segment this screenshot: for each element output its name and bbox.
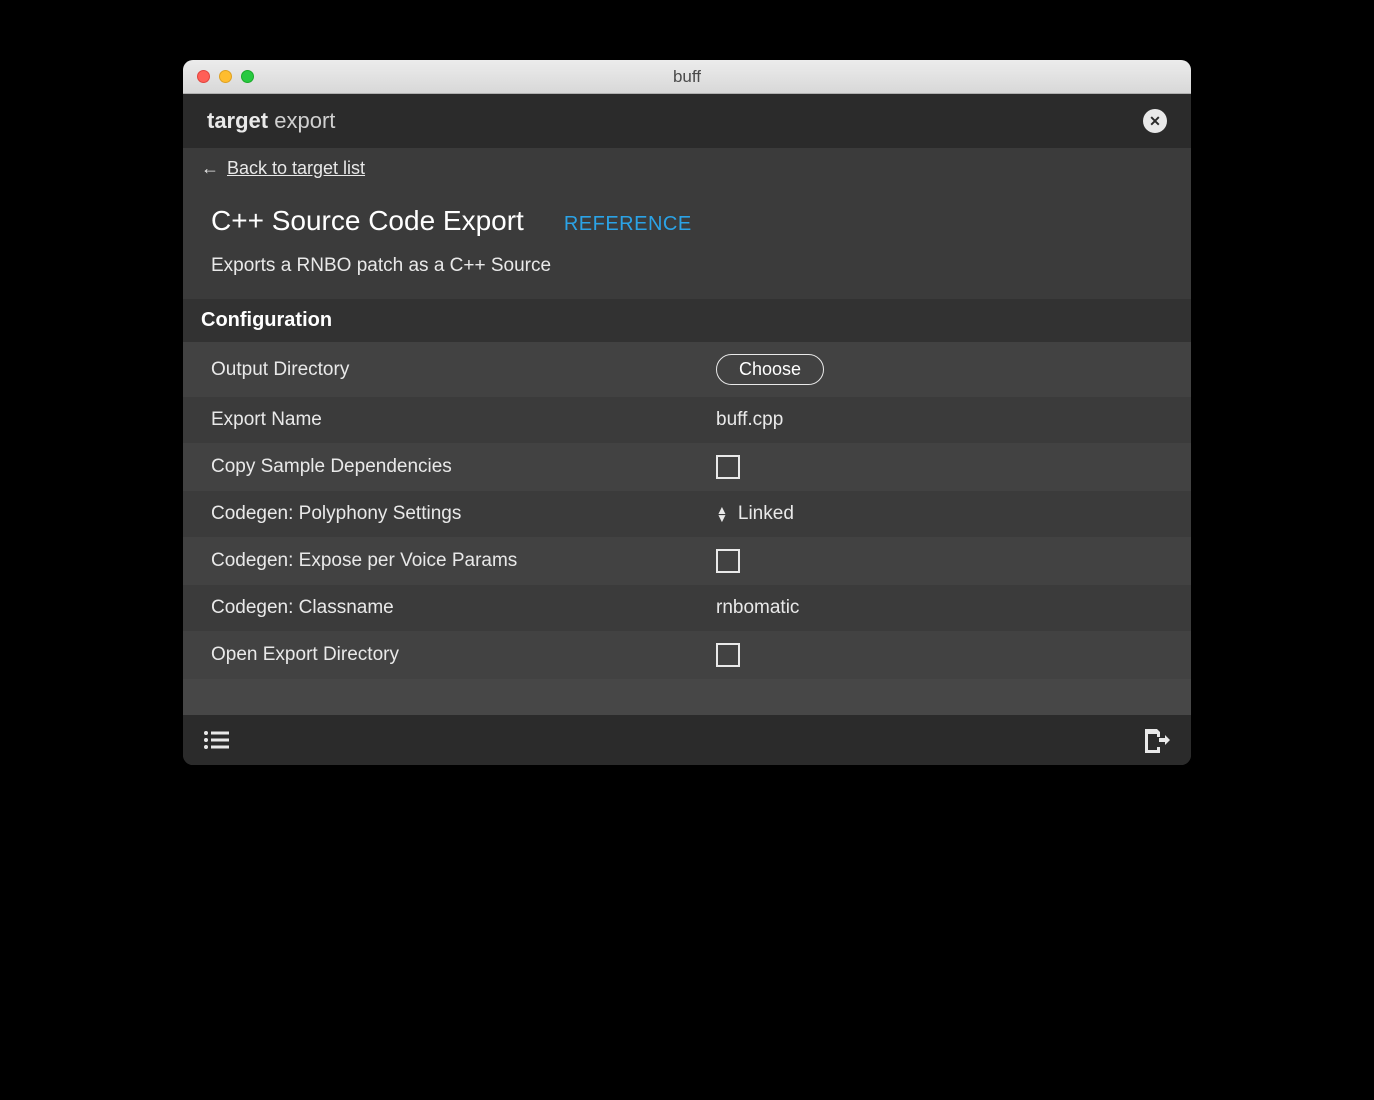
label-export-name: Export Name xyxy=(211,409,716,431)
titlebar: buff xyxy=(183,60,1191,94)
traffic-lights xyxy=(183,70,254,83)
checkbox-copy-deps[interactable] xyxy=(716,455,740,479)
row-polyphony: Codegen: Polyphony Settings ▲▼ Linked xyxy=(183,491,1191,537)
export-header: C++ Source Code Export REFERENCE Exports… xyxy=(183,189,1191,299)
panel-title: target export xyxy=(207,108,335,134)
row-classname: Codegen: Classname rnbomatic xyxy=(183,585,1191,631)
close-panel-button[interactable]: ✕ xyxy=(1143,109,1167,133)
label-classname: Codegen: Classname xyxy=(211,597,716,619)
config-rows: Output Directory Choose Export Name buff… xyxy=(183,342,1191,679)
panel-title-light: export xyxy=(274,108,335,133)
value-export-name[interactable]: buff.cpp xyxy=(716,409,1163,431)
label-voice-params: Codegen: Expose per Voice Params xyxy=(211,550,716,572)
value-polyphony[interactable]: Linked xyxy=(738,503,794,525)
back-link[interactable]: Back to target list xyxy=(227,158,365,179)
footer xyxy=(183,715,1191,765)
row-open-dir: Open Export Directory xyxy=(183,631,1191,679)
checkbox-voice-params[interactable] xyxy=(716,549,740,573)
label-copy-deps: Copy Sample Dependencies xyxy=(211,456,716,478)
row-voice-params: Codegen: Expose per Voice Params xyxy=(183,537,1191,585)
choose-directory-button[interactable]: Choose xyxy=(716,354,824,385)
maximize-window-icon[interactable] xyxy=(241,70,254,83)
reference-link[interactable]: REFERENCE xyxy=(564,213,692,236)
panel-title-bold: target xyxy=(207,108,268,133)
section-header-configuration: Configuration xyxy=(183,299,1191,342)
window: buff target export ✕ ← Back to target li… xyxy=(183,60,1191,765)
close-icon: ✕ xyxy=(1149,113,1161,130)
row-output-directory: Output Directory Choose xyxy=(183,342,1191,397)
export-icon xyxy=(1141,727,1171,753)
minimize-window-icon[interactable] xyxy=(219,70,232,83)
label-output-directory: Output Directory xyxy=(211,359,716,381)
export-title: C++ Source Code Export xyxy=(211,205,524,237)
stepper-polyphony-icon[interactable]: ▲▼ xyxy=(716,506,728,522)
value-classname[interactable]: rnbomatic xyxy=(716,597,1163,619)
label-polyphony: Codegen: Polyphony Settings xyxy=(211,503,716,525)
row-copy-deps: Copy Sample Dependencies xyxy=(183,443,1191,491)
export-description: Exports a RNBO patch as a C++ Source xyxy=(211,255,1163,277)
row-export-name: Export Name buff.cpp xyxy=(183,397,1191,443)
back-row[interactable]: ← Back to target list xyxy=(183,148,1191,189)
close-window-icon[interactable] xyxy=(197,70,210,83)
spacer xyxy=(183,679,1191,715)
checkbox-open-dir[interactable] xyxy=(716,643,740,667)
export-button[interactable] xyxy=(1141,727,1171,753)
window-title: buff xyxy=(673,67,701,87)
list-icon xyxy=(203,729,231,751)
panel-header: target export ✕ xyxy=(183,94,1191,148)
label-open-dir: Open Export Directory xyxy=(211,644,716,666)
export-title-row: C++ Source Code Export REFERENCE xyxy=(211,205,1163,237)
list-view-button[interactable] xyxy=(203,729,231,751)
arrow-left-icon: ← xyxy=(201,158,219,179)
